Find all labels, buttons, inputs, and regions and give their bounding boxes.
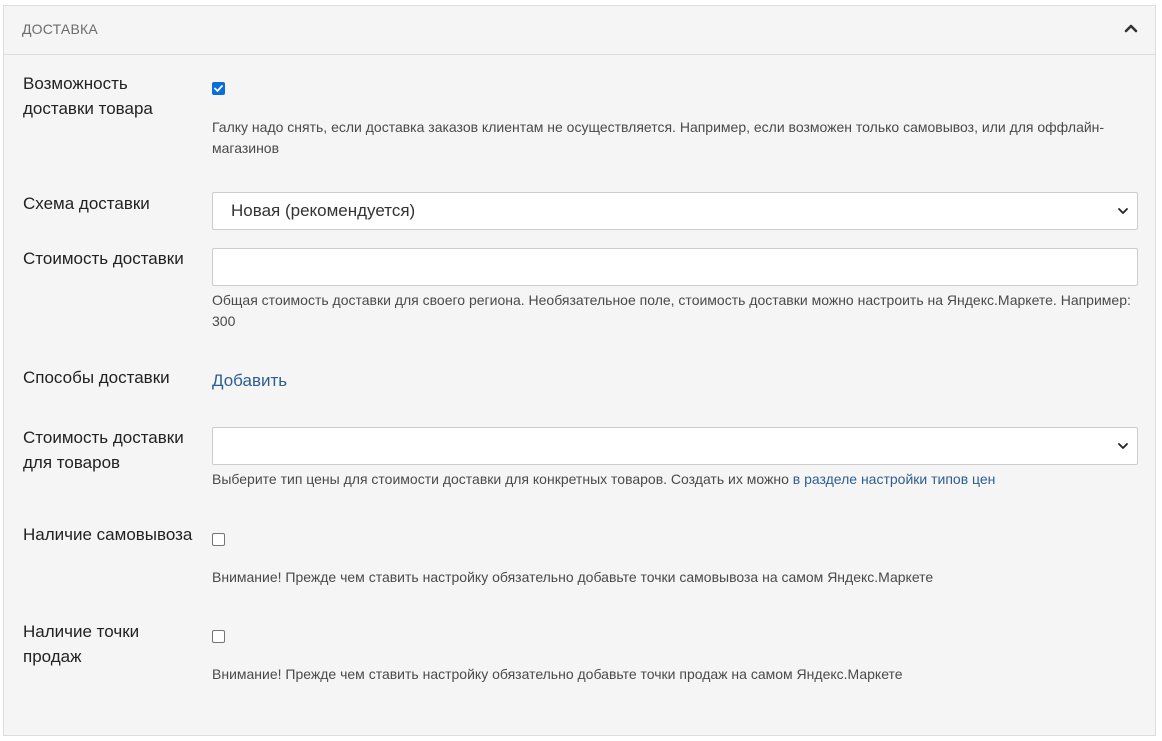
pickup-help: Внимание! Прежде чем ставить настройку о… xyxy=(212,569,934,585)
delivery-cost-input[interactable] xyxy=(212,248,1138,286)
product-delivery-cost-select[interactable] xyxy=(212,427,1138,465)
chevron-down-icon xyxy=(1118,208,1128,214)
delivery-cost-label: Стоимость доставки xyxy=(23,249,184,268)
sales-point-help: Внимание! Прежде чем ставить настройку о… xyxy=(212,666,903,682)
chevron-down-icon xyxy=(1118,443,1128,449)
delivery-methods-label: Способы доставки xyxy=(23,368,170,387)
delivery-possible-help: Галку надо снять, если доставка заказов … xyxy=(212,119,1105,156)
sales-point-checkbox[interactable] xyxy=(212,630,225,643)
price-types-settings-link[interactable]: в разделе настройки типов цен xyxy=(793,471,996,487)
delivery-possible-checkbox[interactable] xyxy=(212,82,225,95)
check-icon xyxy=(214,85,223,92)
delivery-scheme-label: Схема доставки xyxy=(23,194,150,213)
product-delivery-cost-help-text: Выберите тип цены для стоимости доставки… xyxy=(212,471,793,487)
delivery-panel: ДОСТАВКА Возможность доставки товара Гал… xyxy=(3,5,1156,736)
delivery-scheme-value: Новая (рекомендуется) xyxy=(231,201,416,220)
sales-point-label: Наличие точки продаж xyxy=(23,622,140,666)
product-delivery-cost-help: Выберите тип цены для стоимости доставки… xyxy=(212,469,1142,490)
add-delivery-method-link[interactable]: Добавить xyxy=(212,371,287,391)
delivery-possible-label: Возможность доставки товара xyxy=(23,74,153,118)
product-delivery-cost-label: Стоимость доставки для товаров xyxy=(23,428,184,472)
delivery-scheme-select[interactable]: Новая (рекомендуется) xyxy=(212,192,1138,230)
panel-header[interactable]: ДОСТАВКА xyxy=(4,6,1155,55)
delivery-cost-help: Общая стоимость доставки для своего реги… xyxy=(212,292,1131,329)
pickup-label: Наличие самовывоза xyxy=(23,525,193,544)
chevron-up-icon[interactable] xyxy=(1123,20,1139,36)
pickup-checkbox[interactable] xyxy=(212,533,225,546)
panel-title: ДОСТАВКА xyxy=(22,21,98,37)
